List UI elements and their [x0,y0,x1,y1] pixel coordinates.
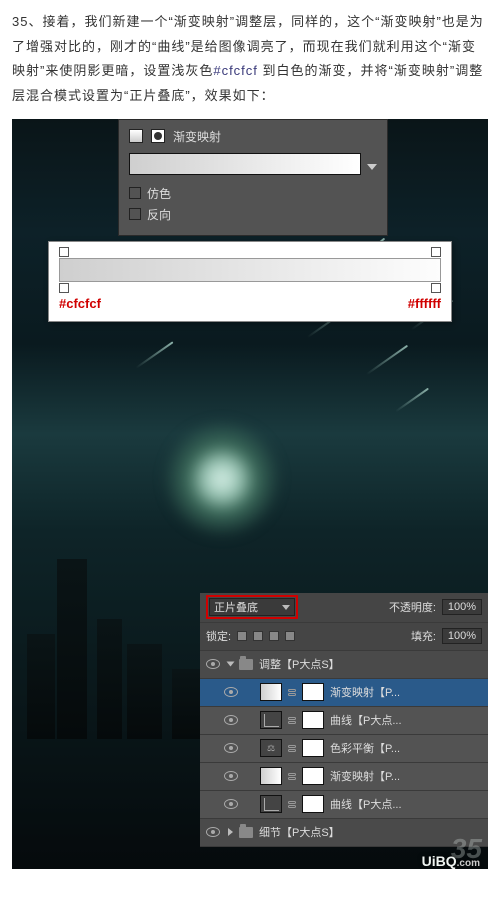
visibility-icon[interactable] [224,799,238,809]
reverse-label: 反向 [147,206,171,223]
lock-transparent-icon[interactable] [237,631,247,641]
visibility-icon[interactable] [224,771,238,781]
layer-name: 色彩平衡【P... [330,740,482,756]
adjustment-thumb [260,767,282,785]
lock-label: 锁定: [206,628,231,644]
layer-row[interactable]: 曲线【P大点... [200,707,488,735]
layer-mask-thumb [302,767,324,785]
blend-mode-value: 正片叠底 [214,599,258,615]
blend-mode-select[interactable]: 正片叠底 [209,598,295,616]
group-name: 调整【P大点S】 [259,656,482,672]
opacity-label: 不透明度: [389,599,436,615]
blend-mode-highlight: 正片叠底 [206,595,298,619]
lock-pixels-icon[interactable] [253,631,263,641]
gradient-map-panel: 渐变映射 仿色 反向 [118,119,388,236]
lock-all-icon[interactable] [285,631,295,641]
gradient-thumb-icon [129,129,143,143]
visibility-icon[interactable] [224,715,238,725]
layer-name: 曲线【P大点... [330,796,482,812]
layer-row[interactable]: 渐变映射【P... [200,763,488,791]
adjustment-thumb [260,795,282,813]
folder-icon [239,827,253,838]
layer-group-row[interactable]: 调整【P大点S】 [200,651,488,679]
watermark: UiBQ.com [422,853,480,869]
layers-panel: 正片叠底 不透明度: 100% 锁定: 填充: 100% 调整【P大点S】 [200,593,488,847]
layer-mask-thumb [302,795,324,813]
light-glow [162,419,282,539]
layer-row[interactable]: 渐变映射【P... [200,679,488,707]
color-stop-right[interactable] [431,283,441,293]
gradient-dropdown-icon[interactable] [367,164,377,170]
opacity-stop-right[interactable] [431,247,441,257]
fill-label: 填充: [411,628,436,644]
opacity-value[interactable]: 100% [442,599,482,615]
hex-code: #cfcfcf [213,63,258,78]
visibility-icon[interactable] [206,659,220,669]
fill-value[interactable]: 100% [442,628,482,644]
layer-row[interactable]: 曲线【P大点... [200,791,488,819]
dither-checkbox[interactable] [129,187,141,199]
link-icon [288,770,296,782]
adjustment-thumb [260,683,282,701]
layer-name: 渐变映射【P... [330,768,482,784]
hex-right: #ffffff [408,296,441,311]
visibility-icon[interactable] [206,827,220,837]
layer-name: 曲线【P大点... [330,712,482,728]
reverse-checkbox[interactable] [129,208,141,220]
layer-group-row[interactable]: 细节【P大点S】 [200,819,488,847]
panel-title: 渐变映射 [173,128,221,145]
visibility-icon[interactable] [224,687,238,697]
layer-row[interactable]: ⚖ 色彩平衡【P... [200,735,488,763]
lock-position-icon[interactable] [269,631,279,641]
chevron-down-icon [282,605,290,610]
gradient-editor-bar[interactable] [59,258,441,282]
adjustment-thumb [260,711,282,729]
gradient-preview[interactable] [129,153,361,175]
preview-canvas: 渐变映射 仿色 反向 #cfcfcf #ffffff 正片叠底 [12,119,488,869]
link-icon [288,686,296,698]
hex-left: #cfcfcf [59,296,101,311]
layer-name: 渐变映射【P... [330,684,482,700]
visibility-icon[interactable] [224,743,238,753]
meteor [395,387,429,412]
link-icon [288,742,296,754]
instruction-text: 35、接着，我们新建一个“渐变映射”调整层，同样的，这个“渐变映射”也是为了增强… [0,0,500,119]
color-stop-left[interactable] [59,283,69,293]
layer-mask-thumb [302,683,324,701]
meteor [366,345,408,375]
adjustment-thumb: ⚖ [260,739,282,757]
disclosure-triangle-icon[interactable] [228,828,233,836]
mask-thumb-icon [151,129,165,143]
layer-mask-thumb [302,711,324,729]
disclosure-triangle-icon[interactable] [227,662,235,667]
gradient-editor-panel: #cfcfcf #ffffff [48,241,452,322]
link-icon [288,714,296,726]
group-name: 细节【P大点S】 [259,824,482,840]
opacity-stop-left[interactable] [59,247,69,257]
layer-mask-thumb [302,739,324,757]
meteor [135,341,173,368]
link-icon [288,798,296,810]
folder-icon [239,659,253,670]
dither-label: 仿色 [147,185,171,202]
